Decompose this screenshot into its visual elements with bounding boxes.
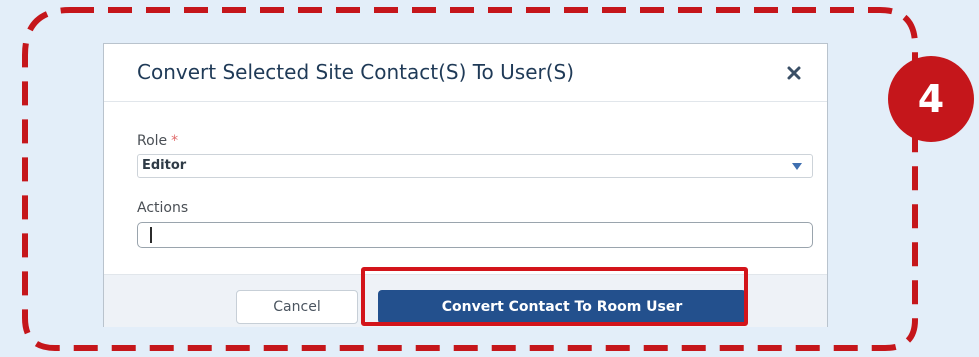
actions-label: Actions (137, 200, 189, 216)
dialog-footer: Cancel Convert Contact To Room User (104, 274, 827, 327)
step-number-badge: 4 (888, 56, 974, 142)
dropdown-arrow-icon (792, 163, 802, 170)
dialog-title: Convert Selected Site Contact(S) To User… (137, 60, 575, 84)
role-label: Role * (137, 133, 178, 149)
required-marker: * (171, 133, 179, 149)
cancel-button[interactable]: Cancel (236, 290, 358, 324)
dialog-header: Convert Selected Site Contact(S) To User… (104, 44, 827, 102)
actions-input[interactable] (137, 222, 813, 248)
convert-contact-to-room-user-button[interactable]: Convert Contact To Room User (378, 290, 746, 324)
role-select[interactable]: Editor (137, 154, 813, 178)
text-caret (150, 227, 152, 243)
convert-contacts-dialog: Convert Selected Site Contact(S) To User… (103, 43, 828, 327)
role-selected-value: Editor (142, 158, 187, 173)
close-icon[interactable] (782, 61, 806, 85)
role-label-text: Role (137, 133, 168, 149)
